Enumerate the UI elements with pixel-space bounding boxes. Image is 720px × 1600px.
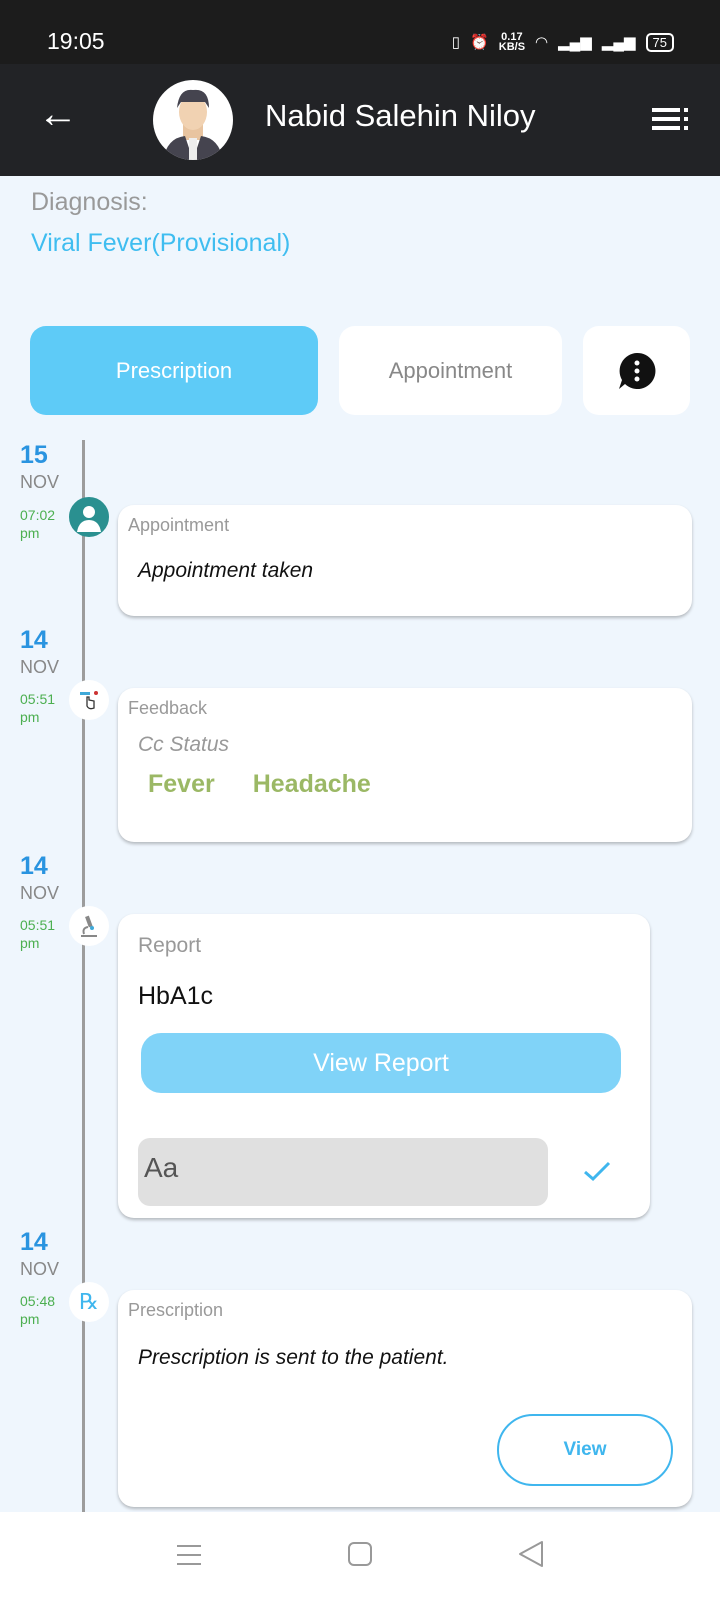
battery-icon: 75 xyxy=(645,32,674,52)
recents-icon[interactable] xyxy=(176,1544,202,1566)
chat-more-icon xyxy=(618,352,655,389)
diagnosis-value: Viral Fever(Provisional) xyxy=(31,229,291,257)
entry-time: 07:02 pm xyxy=(20,507,56,541)
entry-day: 14 xyxy=(20,1228,48,1256)
card-text: Appointment taken xyxy=(138,559,314,582)
system-nav-bar xyxy=(0,1512,720,1600)
view-report-button[interactable]: View Report xyxy=(141,1033,621,1093)
patient-name: Nabid Salehin Niloy xyxy=(265,98,536,133)
tab-appointment[interactable]: Appointment xyxy=(339,326,562,415)
card-title: Report xyxy=(138,934,202,957)
home-icon[interactable] xyxy=(348,1542,372,1566)
alarm-icon: ⏰ xyxy=(470,34,489,51)
entry-day: 15 xyxy=(20,441,48,469)
wifi-icon: ◠ xyxy=(535,34,549,51)
diagnosis-label: Diagnosis: xyxy=(31,188,148,216)
symptom-tag: Fever xyxy=(148,770,215,798)
entry-month: NOV xyxy=(20,657,60,677)
vibrate-icon: ▯ xyxy=(451,34,461,51)
timeline-line xyxy=(82,440,85,1512)
chat-button[interactable] xyxy=(583,326,690,415)
prescription-card: Prescription Prescription is sent to the… xyxy=(118,1290,692,1507)
symptom-tags: Fever Headache xyxy=(148,770,371,799)
feedback-card: Feedback Cc Status Fever Headache xyxy=(118,688,692,842)
entry-month: NOV xyxy=(20,472,60,492)
view-prescription-button[interactable]: View xyxy=(497,1414,673,1486)
status-bar: 19:05 ▯ ⏰ 0.17 KB/S ◠ ▂▄▆ ▂▄▆ 75 xyxy=(0,0,720,64)
back-arrow-icon[interactable]: ← xyxy=(38,92,78,137)
card-text: Prescription is sent to the patient. xyxy=(138,1346,449,1369)
report-test-name: HbA1c xyxy=(138,982,214,1010)
net-speed: 0.17 KB/S xyxy=(498,31,526,53)
entry-month: NOV xyxy=(20,1259,60,1279)
cc-status-label: Cc Status xyxy=(138,733,230,756)
entry-month: NOV xyxy=(20,883,60,903)
avatar xyxy=(153,80,233,160)
card-title: Feedback xyxy=(128,698,208,718)
feedback-icon xyxy=(69,680,109,720)
back-icon[interactable] xyxy=(518,1540,544,1568)
app-header: ← Nabid Salehin Niloy xyxy=(0,64,720,176)
entry-day: 14 xyxy=(20,852,48,880)
card-title: Prescription xyxy=(128,1300,224,1320)
entry-time: 05:48 pm xyxy=(20,1293,56,1327)
rx-icon: ℞ xyxy=(69,1282,109,1322)
symptom-tag: Headache xyxy=(252,770,371,798)
doctor-icon xyxy=(69,497,109,537)
clock: 19:05 xyxy=(47,28,105,54)
entry-day: 14 xyxy=(20,626,48,654)
status-icons: ▯ ⏰ 0.17 KB/S ◠ ▂▄▆ ▂▄▆ 75 xyxy=(451,31,674,53)
menu-icon[interactable] xyxy=(652,108,690,130)
tab-prescription[interactable]: Prescription xyxy=(30,326,318,415)
microscope-icon xyxy=(69,906,109,946)
send-check-icon[interactable] xyxy=(583,1160,611,1182)
comment-input[interactable]: Aa xyxy=(138,1138,548,1206)
entry-time: 05:51 pm xyxy=(20,691,56,725)
card-title: Appointment xyxy=(128,515,230,535)
entry-time: 05:51 pm xyxy=(20,917,56,951)
signal-icon: ▂▄▆ xyxy=(601,34,636,51)
signal-icon: ▂▄▆ xyxy=(558,34,592,51)
appointment-card: Appointment Appointment taken xyxy=(118,505,692,616)
report-card: Report HbA1c View Report Aa xyxy=(118,914,650,1218)
